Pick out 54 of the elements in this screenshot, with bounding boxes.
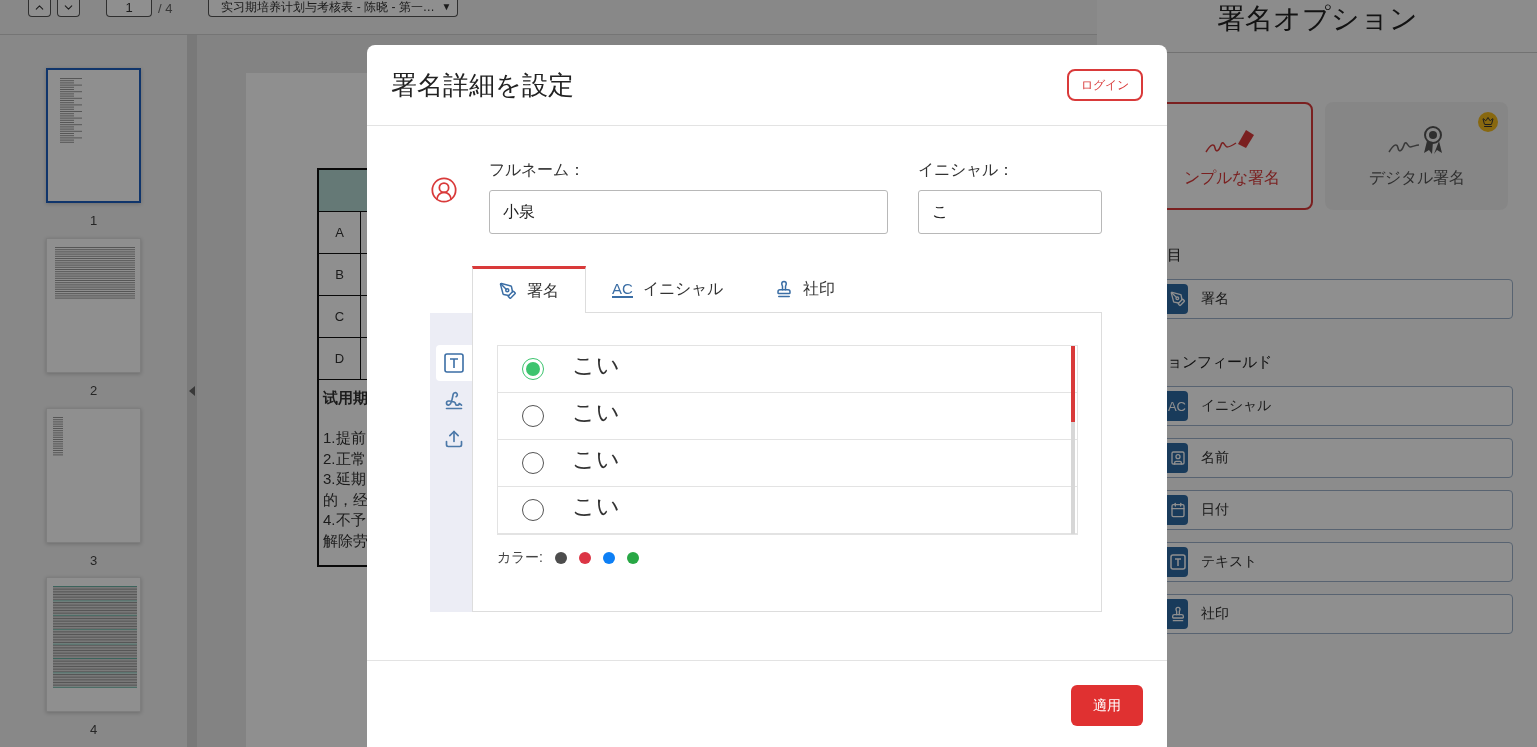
field-label: イニシャル：: [918, 160, 1015, 180]
upload-icon: [444, 429, 464, 449]
user-icon: [430, 176, 458, 204]
page-number: 2: [89, 382, 98, 398]
login-button[interactable]: ログイン: [1067, 69, 1143, 101]
tab[interactable]: 社印: [748, 266, 861, 313]
tab[interactable]: AC イニシャル: [586, 266, 749, 313]
card-label: デジタル署名: [1368, 167, 1465, 188]
pen-icon: [499, 282, 517, 300]
apply-button[interactable]: 適用: [1071, 685, 1143, 726]
document-select[interactable]: 实习期培养计划与考核表 - 陈晓 - 第一… ▼: [208, 0, 459, 17]
page-number: 4: [89, 722, 98, 738]
color-swatch[interactable]: [602, 552, 615, 564]
note-line: 4.不予: [323, 510, 366, 530]
note-line: 解除劳: [323, 530, 368, 551]
page-number: 3: [89, 552, 98, 568]
color-swatch[interactable]: [578, 552, 591, 564]
note-title: 试用期: [323, 388, 368, 408]
signature-preview: こい: [572, 350, 620, 380]
page-number: 1: [89, 213, 98, 228]
field-label: フルネーム：: [489, 160, 586, 180]
card-label: ンプルな署名: [1183, 167, 1280, 188]
page-total: / 4: [158, 0, 173, 17]
signature-preview: こい: [572, 444, 620, 474]
text-icon: [444, 353, 464, 373]
note-line: 1.提前: [323, 428, 366, 448]
color-swatch[interactable]: [554, 552, 567, 564]
signature-preview: こい: [572, 491, 620, 521]
tool-button[interactable]: [436, 345, 472, 381]
initials-field[interactable]: こ: [918, 190, 1102, 234]
table-cell: B: [319, 254, 361, 295]
tab[interactable]: 署名: [472, 266, 586, 313]
collapse-icon: [189, 386, 195, 396]
section-label: ョンフィールド: [1166, 353, 1273, 372]
table-cell: A: [319, 212, 361, 253]
table-cell: D: [319, 338, 361, 379]
table-cell: C: [319, 296, 361, 337]
previous-page-button[interactable]: [28, 0, 51, 17]
note-line: 3.延期: [323, 469, 366, 489]
note-line: 的，经: [323, 489, 368, 510]
page-number-field[interactable]: 1: [106, 0, 152, 17]
full-name-field[interactable]: 小泉: [489, 190, 888, 234]
panel-title: 署名オプション: [1216, 2, 1418, 36]
signature-preview: こい: [572, 397, 620, 427]
page-thumbnail[interactable]: [46, 68, 141, 203]
stamp-icon: [774, 280, 793, 298]
color-swatch[interactable]: [626, 552, 639, 564]
note-line: 2.正常: [323, 448, 366, 469]
signature-icon: [444, 391, 464, 411]
dialog-title: 署名詳細を設定: [391, 68, 574, 102]
section-label: 目: [1166, 246, 1183, 265]
signature-type-card[interactable]: デジタル署名: [1325, 102, 1508, 210]
color-label: カラー:: [497, 549, 543, 567]
next-page-button[interactable]: [57, 0, 80, 17]
